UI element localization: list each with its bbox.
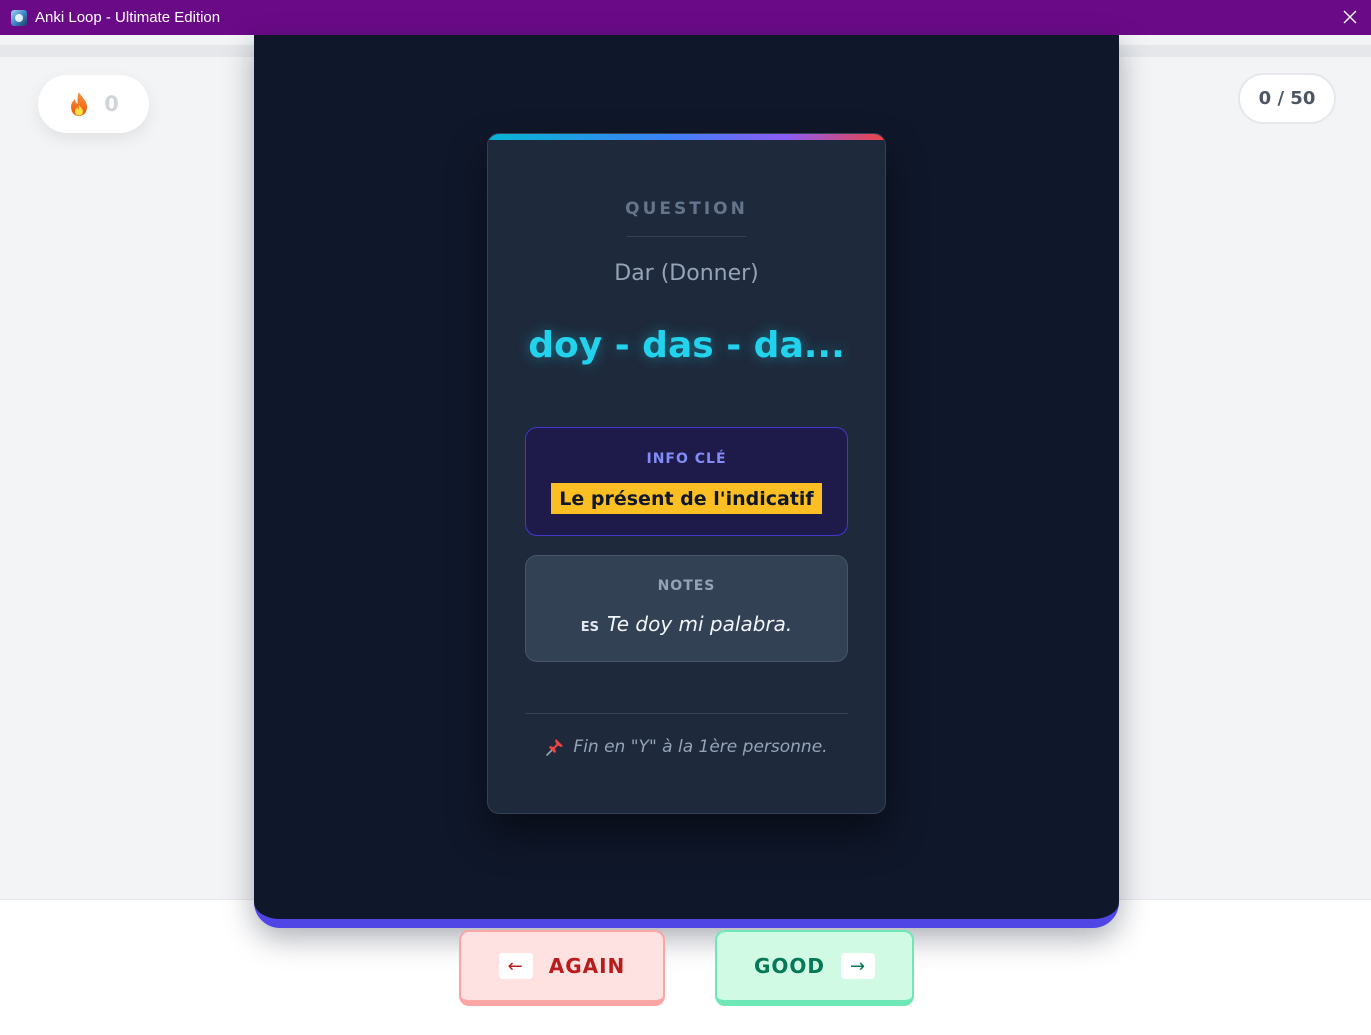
flashcard: QUESTION Dar (Donner) doy - das - da... … bbox=[487, 133, 886, 814]
streak-badge: 0 bbox=[38, 75, 149, 133]
pushpin-icon bbox=[546, 739, 564, 756]
notes-example-row: ES Te doy mi palabra. bbox=[526, 612, 847, 636]
good-button-label: GOOD bbox=[753, 954, 826, 978]
window-title: Anki Loop - Ultimate Edition bbox=[35, 9, 221, 26]
language-tag: ES bbox=[580, 620, 599, 635]
notes-box: NOTES ES Te doy mi palabra. bbox=[525, 555, 848, 662]
again-button-label: AGAIN bbox=[548, 954, 626, 978]
left-arrow-key-hint: ← bbox=[498, 953, 533, 979]
right-arrow-key-hint: → bbox=[841, 953, 876, 979]
streak-count: 0 bbox=[104, 92, 119, 116]
tip-row: Fin en "Y" à la 1ère personne. bbox=[488, 737, 885, 757]
verb-prompt: Dar (Donner) bbox=[614, 261, 759, 286]
conjugation-answer: doy - das - da... bbox=[528, 325, 845, 366]
again-button[interactable]: ← AGAIN bbox=[459, 930, 665, 1006]
card-stage: QUESTION Dar (Donner) doy - das - da... … bbox=[254, 35, 1119, 928]
window-titlebar: Anki Loop - Ultimate Edition bbox=[0, 0, 1371, 35]
tip-divider bbox=[525, 713, 848, 714]
question-label: QUESTION bbox=[625, 199, 748, 219]
key-info-label: INFO CLÉ bbox=[646, 451, 727, 467]
close-button[interactable] bbox=[1337, 5, 1363, 29]
key-info-value: Le présent de l'indicatif bbox=[551, 483, 822, 514]
card-accent-bar bbox=[488, 134, 885, 140]
question-divider bbox=[627, 236, 746, 237]
example-sentence: Te doy mi palabra. bbox=[607, 612, 793, 636]
anki-app-icon bbox=[11, 9, 27, 26]
good-button[interactable]: GOOD → bbox=[715, 930, 914, 1006]
fire-icon bbox=[71, 92, 88, 116]
notes-label: NOTES bbox=[657, 578, 716, 594]
tip-text: Fin en "Y" à la 1ère personne. bbox=[573, 737, 828, 757]
card-counter: 0 / 50 bbox=[1238, 73, 1336, 124]
key-info-box: INFO CLÉ Le présent de l'indicatif bbox=[525, 427, 848, 536]
close-icon bbox=[1343, 10, 1357, 24]
